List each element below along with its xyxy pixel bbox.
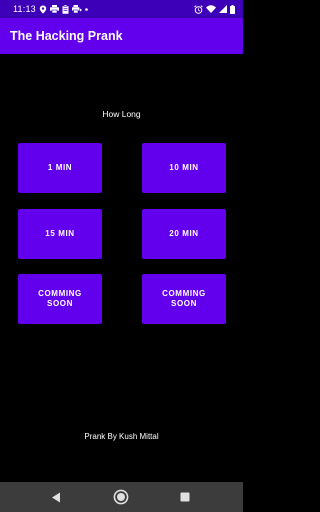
location-icon: [39, 5, 47, 14]
recents-button[interactable]: [165, 482, 205, 512]
app-bar: The Hacking Prank: [0, 18, 243, 54]
signal-icon: [219, 5, 227, 13]
clipboard-icon: [62, 4, 69, 14]
recents-icon: [180, 492, 190, 502]
print-queue-icon: [72, 5, 82, 13]
wifi-icon: [206, 5, 216, 13]
system-icons: [194, 3, 235, 15]
notification-icons: [39, 3, 88, 15]
back-button[interactable]: [36, 482, 76, 512]
duration-prompt: How Long: [102, 109, 141, 119]
printer-icon: [50, 5, 59, 13]
alarm-icon: [194, 4, 203, 14]
app-title: The Hacking Prank: [10, 29, 123, 43]
navigation-bar: [0, 482, 243, 512]
app-screen: 11:13 The Hacking Prank How Long 1 MIN 1…: [0, 0, 243, 512]
back-icon: [52, 492, 60, 502]
credit-text: Prank By Kush Mittal: [84, 432, 159, 441]
coming-soon-button-right[interactable]: COMMING SOON: [142, 274, 226, 324]
ten-min-button[interactable]: 10 MIN: [142, 143, 226, 193]
fifteen-min-button[interactable]: 15 MIN: [18, 209, 102, 259]
battery-icon: [230, 4, 235, 14]
status-bar: 11:13: [0, 0, 243, 18]
home-button[interactable]: [101, 482, 141, 512]
status-time: 11:13: [13, 4, 36, 14]
coming-soon-button-left[interactable]: COMMING SOON: [18, 274, 102, 324]
dot-icon: [85, 7, 88, 11]
home-icon: [113, 489, 129, 505]
one-min-button[interactable]: 1 MIN: [18, 143, 102, 193]
twenty-min-button[interactable]: 20 MIN: [142, 209, 226, 259]
